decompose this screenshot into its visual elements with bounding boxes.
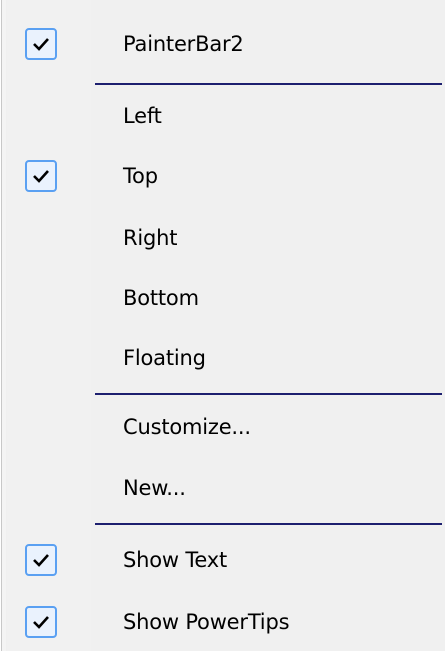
menu-separator [95, 523, 442, 525]
menu-separator [95, 393, 442, 395]
menu-item-label: Left [123, 104, 162, 128]
menu-item-label: Customize... [123, 415, 251, 439]
menu-item-show-text[interactable]: Show Text [0, 530, 445, 590]
painterbar2-checkmark [25, 28, 57, 60]
menu-item-top[interactable]: Top [0, 146, 445, 206]
menu-item-painterbar2[interactable]: PainterBar2 [0, 14, 445, 74]
menu-item-label: Right [123, 226, 178, 250]
check-icon [33, 170, 49, 183]
menu-item-customize[interactable]: Customize... [0, 397, 445, 457]
show-powertips-checkmark [25, 606, 57, 638]
menu-item-bottom[interactable]: Bottom [0, 268, 445, 328]
menu-item-label: Top [123, 164, 158, 188]
menu-item-label: Floating [123, 346, 206, 370]
menu-item-label: Show PowerTips [123, 610, 290, 634]
menu-item-label: Bottom [123, 286, 199, 310]
context-menu: PainterBar2 Left Top Right Bottom Floati… [0, 0, 445, 651]
menu-item-show-powertips[interactable]: Show PowerTips [0, 592, 445, 652]
menu-item-new[interactable]: New... [0, 458, 445, 518]
menu-item-floating[interactable]: Floating [0, 328, 445, 388]
menu-item-label: PainterBar2 [123, 32, 244, 56]
menu-item-right[interactable]: Right [0, 208, 445, 268]
menu-separator [95, 83, 442, 85]
check-icon [33, 38, 49, 51]
show-text-checkmark [25, 544, 57, 576]
menu-item-label: Show Text [123, 548, 228, 572]
menu-item-label: New... [123, 476, 186, 500]
check-icon [33, 616, 49, 629]
check-icon [33, 554, 49, 567]
top-checkmark [25, 160, 57, 192]
menu-item-left[interactable]: Left [0, 86, 445, 146]
